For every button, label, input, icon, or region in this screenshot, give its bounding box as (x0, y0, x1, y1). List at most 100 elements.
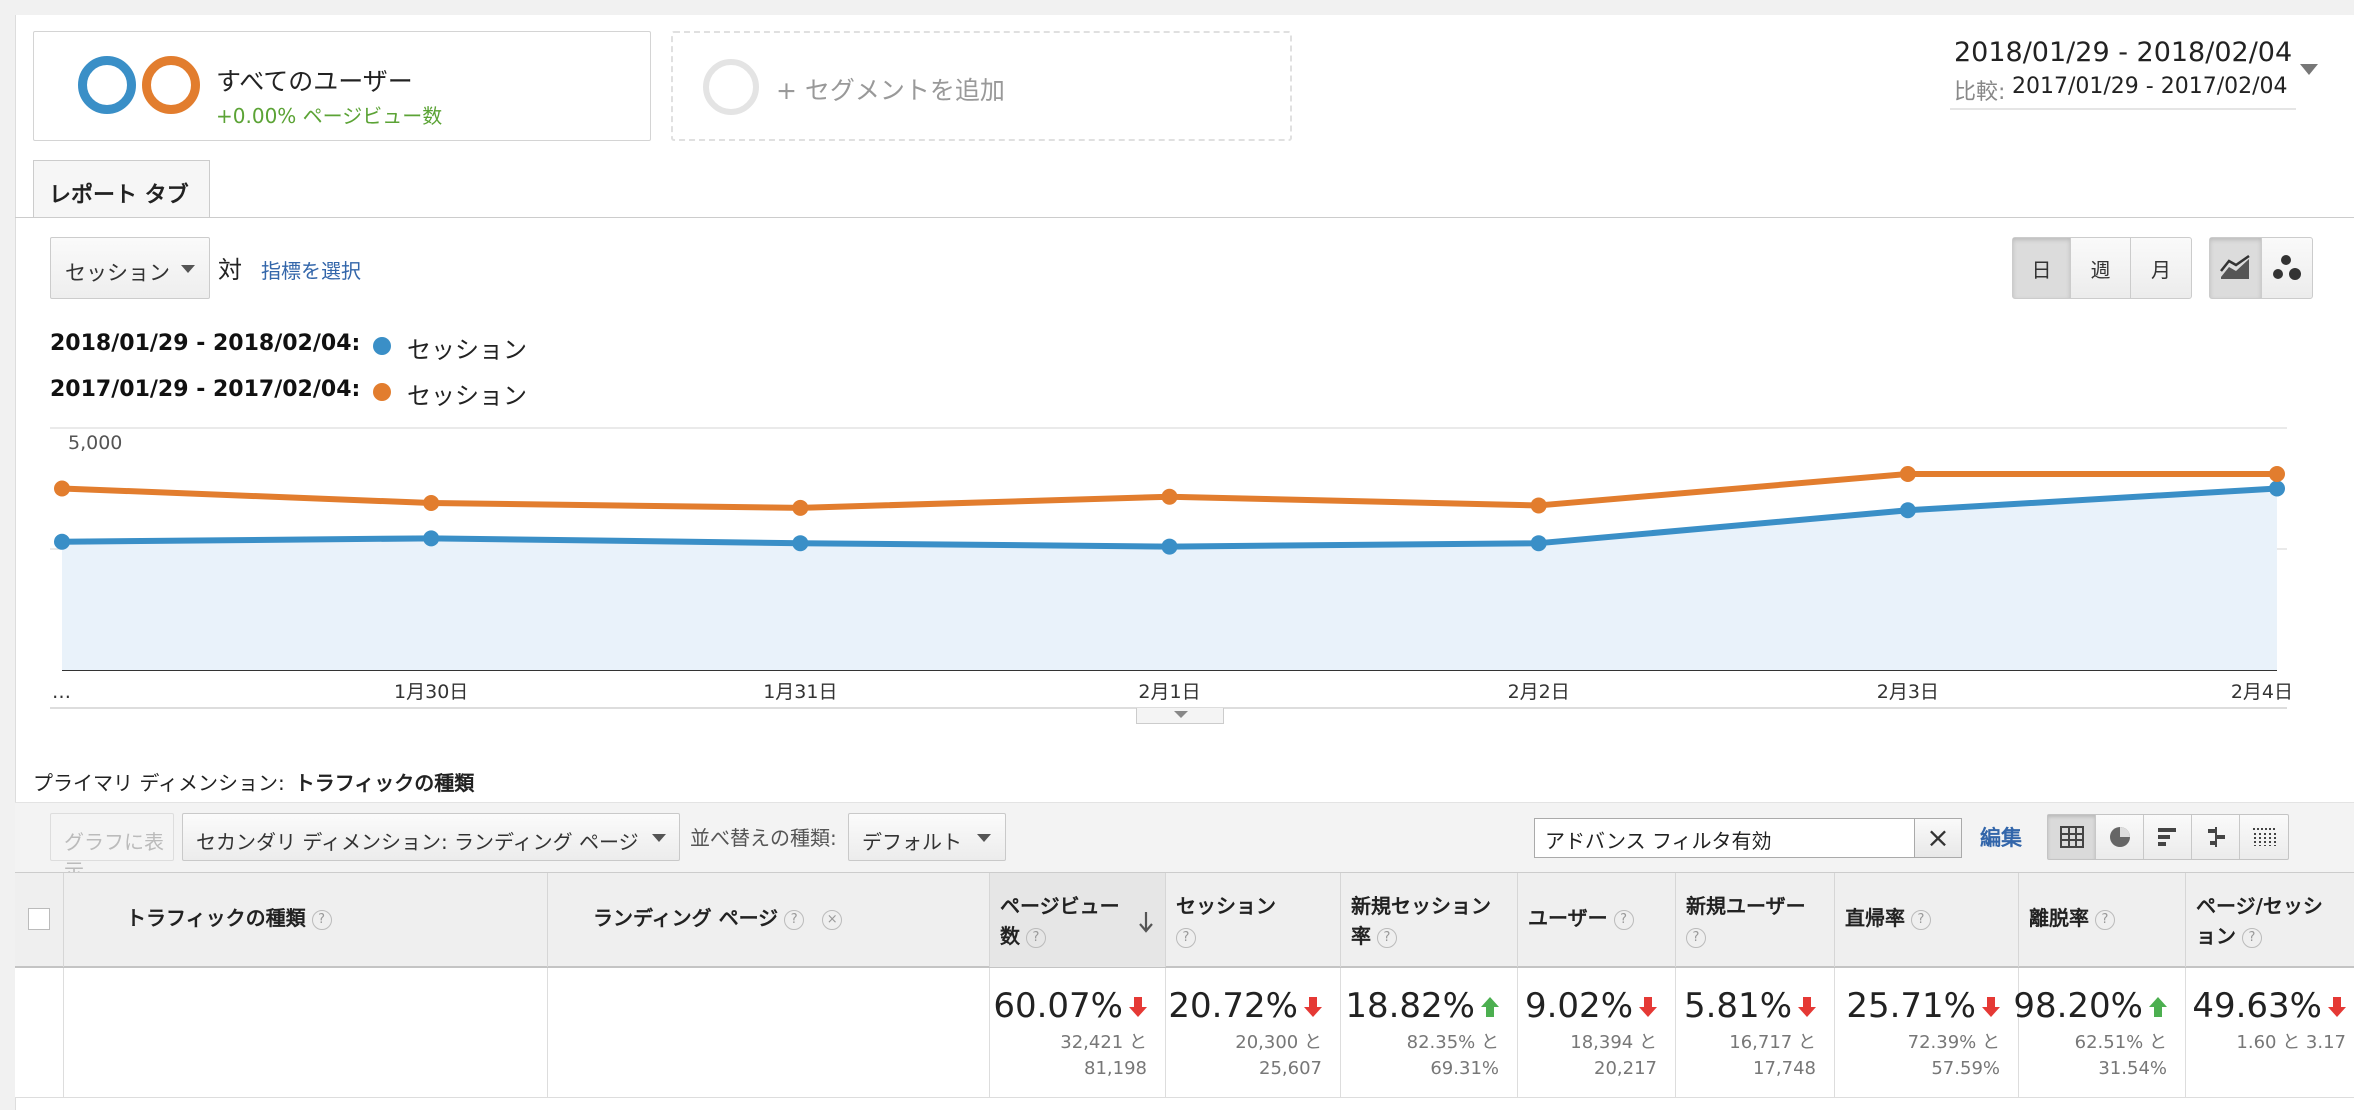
help-icon[interactable]: ? (1686, 927, 1706, 948)
metric-select[interactable]: セッション (50, 237, 210, 299)
help-icon[interactable]: ? (2095, 909, 2115, 930)
summary-compare: 72.39% と (1907, 1032, 2000, 1053)
series-area (62, 488, 2277, 670)
granularity-day-button[interactable]: 日 (2013, 238, 2071, 298)
legend-date-previous: 2017/01/29 - 2017/02/04: (50, 377, 361, 402)
column-label: トラフィックの種類 (126, 906, 306, 930)
close-icon: × (1926, 821, 1950, 854)
column-pages-per-session[interactable]: ページ/セッシ ョン? (2185, 873, 2354, 967)
vs-label: 対 (218, 256, 242, 284)
pie-view-button[interactable] (2096, 815, 2144, 859)
help-icon[interactable]: ? (1911, 909, 1931, 930)
metric-select-value: セッション (65, 261, 170, 285)
chevron-down-icon (977, 834, 991, 842)
advanced-filter-field[interactable]: アドバンス フィルタ有効 (1534, 818, 1916, 858)
tab-report[interactable]: レポート タブ (33, 160, 210, 218)
segment-all-users[interactable]: すべてのユーザー +0.00% ページビュー数 (33, 31, 651, 141)
column-label: セッション (1176, 894, 1276, 918)
data-table-view-button[interactable] (2048, 815, 2096, 859)
column-sessions[interactable]: セッション? (1165, 873, 1340, 967)
secondary-dimension-value: セカンダリ ディメンション: ランディング ページ (196, 830, 639, 854)
help-icon[interactable]: ? (784, 909, 805, 930)
summary-compare: 32,421 と (1060, 1032, 1147, 1053)
x-tick-label: 2月4日 (2231, 681, 2293, 703)
summary-percent: 49.63% (2192, 986, 2322, 1026)
granularity-week-button[interactable]: 週 (2071, 238, 2131, 298)
column-landing-page[interactable]: ランディング ページ? × (547, 873, 989, 967)
summary-cell-pageviews: 60.07% 32,421 と 81,198 (989, 968, 1165, 1098)
column-new-users[interactable]: 新規ユーザー? (1675, 873, 1834, 967)
granularity-toggle: 日 週 月 (2012, 237, 2192, 299)
clear-filter-button[interactable]: × (1914, 818, 1962, 858)
choose-metric-link[interactable]: 指標を選択 (261, 255, 361, 284)
help-icon[interactable]: ? (1176, 927, 1196, 948)
motion-chart-button[interactable] (2262, 238, 2313, 298)
data-point (792, 499, 809, 516)
summary-cell-sessions: 20.72% 20,300 と 25,607 (1165, 968, 1340, 1098)
help-icon[interactable]: ? (2242, 927, 2262, 948)
column-label: 直帰率 (1845, 906, 1905, 930)
summary-compare: 20,217 (1594, 1058, 1657, 1079)
add-segment-button[interactable]: + セグメントを追加 (671, 31, 1292, 141)
summary-compare: 1.60 と 3.17 (2236, 1032, 2346, 1053)
help-icon[interactable]: ? (1377, 927, 1397, 948)
table-header: トラフィックの種類? ランディング ページ? × ページビュー数? セッション? … (15, 872, 2354, 968)
summary-percent: 5.81% (1683, 986, 1792, 1026)
line-chart-icon (2220, 255, 2250, 279)
x-tick-label: … (52, 681, 71, 703)
segment-donut-icon (78, 56, 136, 114)
sort-type-select[interactable]: デフォルト (848, 813, 1006, 861)
summary-compare: 17,748 (1753, 1058, 1816, 1079)
summary-compare: 31.54% (2098, 1058, 2167, 1079)
line-chart-button[interactable] (2210, 238, 2262, 298)
summary-percent: 9.02% (1524, 986, 1633, 1026)
select-all-checkbox[interactable] (28, 908, 50, 930)
remove-dimension-icon[interactable]: × (822, 909, 843, 930)
date-range-main[interactable]: 2018/01/29 - 2018/02/04 (1954, 37, 2292, 68)
legend-dot-previous (373, 383, 391, 401)
help-icon[interactable]: ? (311, 909, 332, 930)
x-tick-label: 2月2日 (1508, 681, 1570, 703)
sort-type-value: デフォルト (862, 830, 962, 854)
pivot-view-button[interactable] (2240, 815, 2288, 859)
column-label: ランディング ページ (593, 906, 779, 930)
secondary-dimension-select[interactable]: セカンダリ ディメンション: ランディング ページ (182, 813, 680, 861)
chart-resize-handle[interactable] (1136, 708, 1224, 724)
column-bounce-rate[interactable]: 直帰率? (1834, 873, 2018, 967)
summary-cell-new-session-rate: 18.82% 82.35% と 69.31% (1340, 968, 1517, 1098)
column-new-session-rate[interactable]: 新規セッション率? (1340, 873, 1517, 967)
segment-donut-icon (142, 56, 200, 114)
column-traffic-type[interactable]: トラフィックの種類? (63, 873, 547, 967)
summary-percent: 60.07% (993, 986, 1123, 1026)
comparison-view-button[interactable] (2192, 815, 2240, 859)
column-pageviews[interactable]: ページビュー数? (989, 873, 1165, 967)
date-range-dropdown-icon[interactable] (2300, 64, 2318, 75)
column-label: 数 (1000, 924, 1020, 948)
summary-percent: 98.20% (2013, 986, 2143, 1026)
help-icon[interactable]: ? (1613, 909, 1634, 930)
edit-filter-link[interactable]: 編集 (1980, 822, 2022, 852)
primary-dimension: プライマリ ディメンション: トラフィックの種類 (33, 767, 474, 796)
performance-view-button[interactable] (2144, 815, 2192, 859)
summary-compare: 62.51% と (2074, 1032, 2167, 1053)
data-point (54, 480, 70, 497)
column-exit-rate[interactable]: 離脱率? (2018, 873, 2185, 967)
data-point (1530, 497, 1547, 514)
x-tick-label: 1月31日 (763, 681, 837, 703)
help-icon[interactable]: ? (1026, 927, 1046, 948)
data-point (423, 495, 440, 512)
granularity-month-button[interactable]: 月 (2131, 238, 2191, 298)
plot-rows-button[interactable]: グラフに表示 (50, 813, 174, 883)
summary-cell-exit-rate: 98.20% 62.51% と 31.54% (2013, 968, 2185, 1098)
data-point (1161, 538, 1178, 555)
x-tick-label: 1月30日 (394, 681, 468, 703)
summary-compare: 20,300 と (1235, 1032, 1322, 1053)
pivot-icon (2253, 828, 2276, 846)
primary-dimension-value[interactable]: トラフィックの種類 (295, 771, 475, 795)
summary-percent: 25.71% (1846, 986, 1976, 1026)
sort-descending-icon[interactable] (1138, 911, 1154, 933)
column-users[interactable]: ユーザー? (1517, 873, 1675, 967)
data-point (1899, 465, 1916, 482)
legend-dot-current (373, 337, 391, 355)
grid-icon (2059, 826, 2084, 848)
